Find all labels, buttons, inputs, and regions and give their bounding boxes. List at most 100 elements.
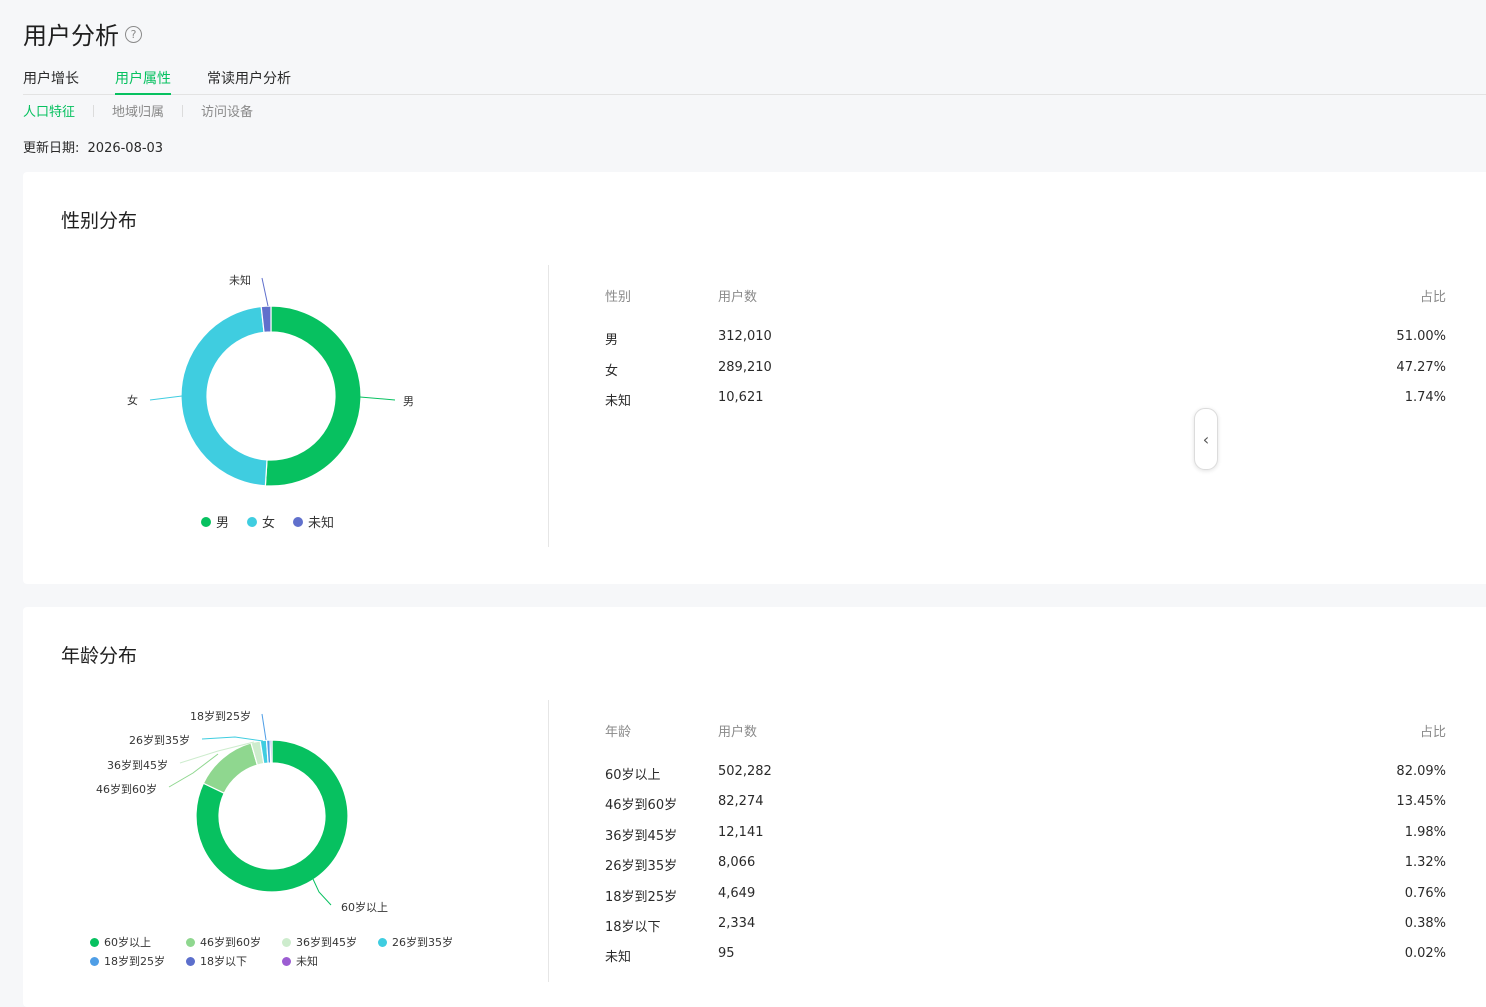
- page-title: 用户分析 ?: [23, 16, 142, 51]
- age-row-ratio: 0.76%: [1405, 886, 1446, 901]
- gender-row-label: 未知: [605, 390, 631, 409]
- age-row-users: 8,066: [718, 855, 755, 870]
- gender-row-ratio: 47.27%: [1396, 360, 1446, 375]
- age-legend-item-6[interactable]: 未知: [282, 953, 378, 969]
- update-date-label: 更新日期:: [23, 141, 79, 156]
- legend-dot-icon: [186, 938, 195, 947]
- age-row-ratio: 13.45%: [1396, 794, 1446, 809]
- age-legend-item-label: 36岁到45岁: [296, 934, 357, 950]
- age-legend-item-label: 18岁到25岁: [104, 953, 165, 969]
- gender-svg-leader-line-0: [360, 397, 395, 400]
- gender-svg-label-1: 女: [127, 393, 138, 407]
- gender-row-users: 312,010: [718, 329, 772, 344]
- gender-legend-item-label: 男: [216, 512, 229, 531]
- gender-legend: 男 女 未知: [201, 512, 352, 531]
- gender-table-header-users: 用户数: [718, 286, 757, 305]
- age-donut-chart: 60岁以上46岁到60岁36岁到45岁26岁到35岁18岁到25岁: [23, 607, 548, 937]
- gender-svg-slice-1[interactable]: [181, 307, 267, 486]
- age-divider: [548, 700, 549, 982]
- age-table-header-users: 用户数: [718, 721, 757, 740]
- tab-frequent-reader-analysis[interactable]: 常读用户分析: [207, 66, 291, 94]
- age-row-label: 36岁到45岁: [605, 825, 677, 844]
- legend-dot-icon: [90, 957, 99, 966]
- collapse-panel-button[interactable]: ‹: [1194, 408, 1218, 470]
- gender-row-ratio: 1.74%: [1405, 390, 1446, 405]
- age-svg-label-4: 18岁到25岁: [190, 709, 251, 723]
- subtab-region[interactable]: 地域归属: [112, 101, 164, 120]
- age-legend-item-1[interactable]: 46岁到60岁: [186, 934, 282, 950]
- age-legend-item-0[interactable]: 60岁以上: [90, 934, 186, 950]
- age-row-ratio: 0.38%: [1405, 916, 1446, 931]
- age-row-ratio: 1.32%: [1405, 855, 1446, 870]
- gender-svg-label-0: 男: [403, 395, 414, 408]
- gender-row-ratio: 51.00%: [1396, 329, 1446, 344]
- gender-legend-item-2[interactable]: 未知: [293, 512, 334, 531]
- gender-card: 性别分布 男女未知 男女未知 性别 用户数 占比 男312,01051.00%女…: [23, 172, 1486, 584]
- tab-user-growth[interactable]: 用户增长: [23, 66, 79, 94]
- age-svg-leader-line-4: [262, 714, 266, 740]
- gender-svg-slice-0[interactable]: [265, 306, 361, 486]
- gender-table-header-ratio: 占比: [1420, 286, 1446, 305]
- update-date: 更新日期: 2026-08-03: [23, 137, 163, 156]
- age-legend-item-5[interactable]: 18岁以下: [186, 953, 282, 969]
- legend-dot-icon: [282, 938, 291, 947]
- age-row-users: 4,649: [718, 886, 755, 901]
- age-row-label: 18岁到25岁: [605, 886, 677, 905]
- gender-svg-leader-line-2: [262, 278, 268, 306]
- update-date-value: 2026-08-03: [88, 141, 164, 156]
- help-icon[interactable]: ?: [125, 26, 142, 43]
- gender-legend-item-0[interactable]: 男: [201, 512, 229, 531]
- legend-dot-icon: [90, 938, 99, 947]
- gender-row-label: 女: [605, 360, 618, 379]
- subtab-device[interactable]: 访问设备: [201, 101, 253, 120]
- subtab-divider: [93, 105, 94, 117]
- tab-user-attributes[interactable]: 用户属性: [115, 66, 171, 94]
- age-svg-leader-line-0: [313, 879, 331, 905]
- age-row-label: 46岁到60岁: [605, 794, 677, 813]
- age-row-ratio: 0.02%: [1405, 946, 1446, 961]
- age-row-label: 26岁到35岁: [605, 855, 677, 874]
- main-tabs: 用户增长 用户属性 常读用户分析: [23, 66, 1486, 95]
- age-row-ratio: 82.09%: [1396, 764, 1446, 779]
- age-row-users: 502,282: [718, 764, 772, 779]
- gender-legend-item-label: 女: [262, 512, 275, 531]
- gender-svg-leader-line-1: [150, 396, 182, 400]
- age-svg-label-2: 36岁到45岁: [107, 758, 168, 772]
- age-svg-label-3: 26岁到35岁: [129, 733, 190, 747]
- legend-dot-icon: [293, 517, 303, 527]
- sub-tabs: 人口特征 地域归属 访问设备: [23, 101, 253, 120]
- age-row-users: 95: [718, 946, 735, 961]
- legend-dot-icon: [282, 957, 291, 966]
- age-legend-item-3[interactable]: 26岁到35岁: [378, 934, 474, 950]
- age-legend-item-label: 26岁到35岁: [392, 934, 453, 950]
- legend-dot-icon: [378, 938, 387, 947]
- age-row-label: 18岁以下: [605, 916, 661, 935]
- age-row-label: 60岁以上: [605, 764, 661, 783]
- subtab-demographics[interactable]: 人口特征: [23, 101, 75, 120]
- age-legend-item-label: 未知: [296, 953, 318, 969]
- age-legend: 60岁以上 46岁到60岁 36岁到45岁 26岁到35岁 18岁到25岁 18岁以下未知: [90, 934, 474, 969]
- age-row-users: 12,141: [718, 825, 764, 840]
- chevron-left-icon: ‹: [1203, 430, 1209, 449]
- gender-table-header-category: 性别: [605, 286, 631, 305]
- gender-svg-label-2: 未知: [229, 273, 251, 287]
- age-legend-item-label: 60岁以上: [104, 934, 151, 950]
- age-legend-item-4[interactable]: 18岁到25岁: [90, 953, 186, 969]
- age-svg-slice-1[interactable]: [203, 743, 257, 793]
- page-title-text: 用户分析: [23, 16, 119, 51]
- age-row-users: 82,274: [718, 794, 764, 809]
- gender-divider: [548, 265, 549, 547]
- age-row-ratio: 1.98%: [1405, 825, 1446, 840]
- age-row-users: 2,334: [718, 916, 755, 931]
- age-svg-leader-line-3: [202, 737, 263, 741]
- age-svg-label-0: 60岁以上: [341, 900, 388, 914]
- gender-legend-item-label: 未知: [308, 512, 334, 531]
- gender-row-users: 289,210: [718, 360, 772, 375]
- age-table-header-ratio: 占比: [1420, 721, 1446, 740]
- legend-dot-icon: [186, 957, 195, 966]
- legend-dot-icon: [201, 517, 211, 527]
- subtab-divider: [182, 105, 183, 117]
- age-legend-item-label: 46岁到60岁: [200, 934, 261, 950]
- gender-legend-item-1[interactable]: 女: [247, 512, 275, 531]
- age-legend-item-2[interactable]: 36岁到45岁: [282, 934, 378, 950]
